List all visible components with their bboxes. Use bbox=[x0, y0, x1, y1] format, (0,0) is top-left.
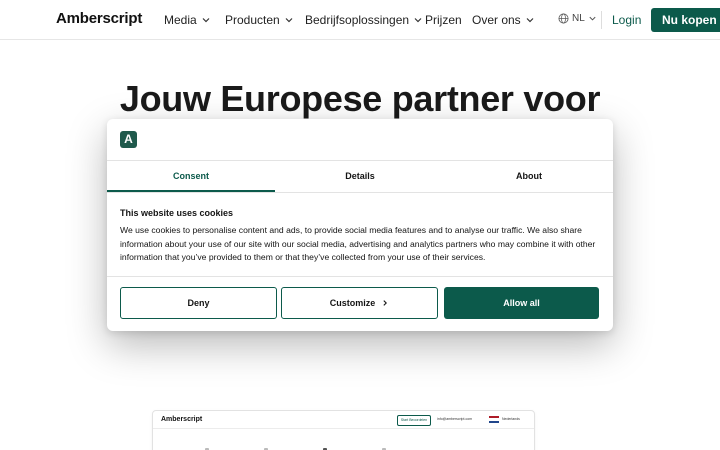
dialog-divider bbox=[107, 160, 613, 161]
dialog-heading: This website uses cookies bbox=[120, 208, 234, 218]
tab-consent[interactable]: Consent bbox=[107, 171, 275, 181]
cookiebot-logo-icon: A bbox=[120, 131, 137, 148]
allow-all-button[interactable]: Allow all bbox=[444, 287, 599, 319]
customize-button-label: Customize bbox=[329, 298, 376, 308]
tab-details[interactable]: Details bbox=[276, 171, 444, 181]
dialog-divider bbox=[107, 276, 613, 277]
tab-about[interactable]: About bbox=[445, 171, 613, 181]
deny-button-label: Deny bbox=[187, 298, 210, 308]
cookie-consent-dialog: A Consent Details About This website use… bbox=[107, 119, 613, 331]
dialog-divider bbox=[107, 192, 613, 193]
allow-all-button-label: Allow all bbox=[503, 298, 540, 308]
customize-button[interactable]: Customize bbox=[281, 287, 438, 319]
chevron-right-icon bbox=[383, 300, 388, 306]
deny-button[interactable]: Deny bbox=[120, 287, 277, 319]
dialog-body-text: We use cookies to personalise content an… bbox=[120, 225, 596, 263]
